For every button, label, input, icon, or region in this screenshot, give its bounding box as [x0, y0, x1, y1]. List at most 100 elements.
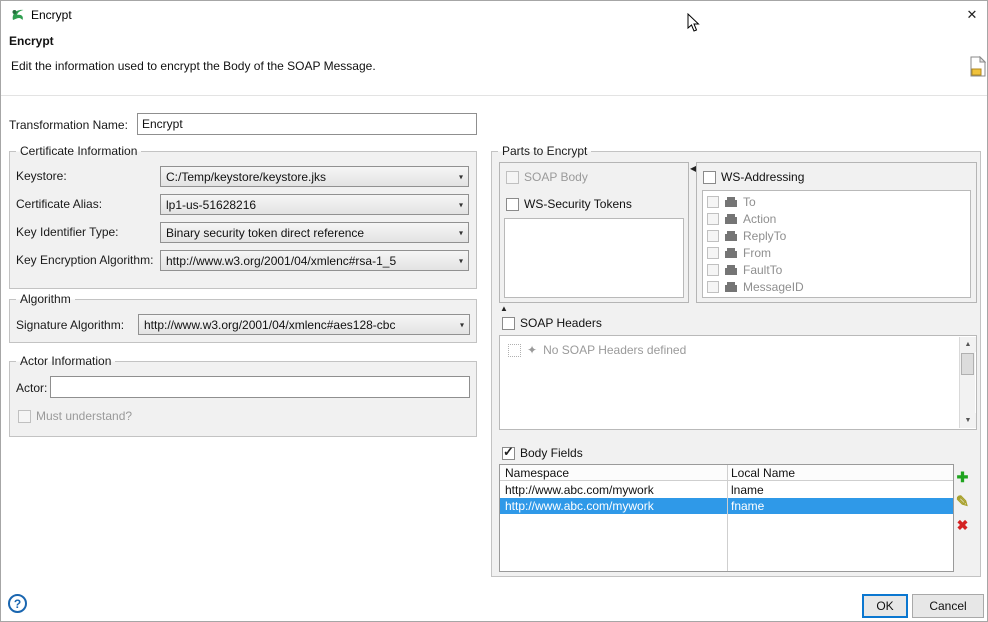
key-encryption-algorithm-label: Key Encryption Algorithm:: [16, 253, 153, 267]
signature-algorithm-combo[interactable]: http://www.w3.org/2001/04/xmlenc#aes128-…: [138, 314, 470, 335]
certificate-information-title: Certificate Information: [16, 144, 141, 159]
soap-header-checkbox: [508, 344, 521, 357]
ws-item-label: To: [743, 195, 756, 209]
scrollbar-track[interactable]: ▲ ▼: [959, 337, 975, 428]
keystore-combo[interactable]: C:/Temp/keystore/keystore.jks ▾: [160, 166, 469, 187]
ws-item-checkbox[interactable]: [707, 247, 719, 259]
column-header-local-name: Local Name: [731, 466, 795, 480]
ws-security-tokens-list[interactable]: [504, 218, 684, 298]
key-identifier-type-label: Key Identifier Type:: [16, 225, 119, 239]
signature-algorithm-value: http://www.w3.org/2001/04/xmlenc#aes128-…: [144, 318, 395, 332]
key-encryption-algorithm-combo[interactable]: http://www.w3.org/2001/04/xmlenc#rsa-1_5…: [160, 250, 469, 271]
must-understand-checkbox-row[interactable]: Must understand?: [18, 409, 132, 423]
cell-namespace: http://www.abc.com/mywork: [505, 483, 654, 497]
ws-addressing-panel: WS-Addressing To Action ReplyTo: [696, 162, 977, 303]
chevron-down-icon: ▾: [459, 228, 463, 237]
ws-addressing-item-action[interactable]: Action: [703, 210, 970, 227]
ws-item-label: From: [743, 246, 771, 260]
ws-addressing-label: WS-Addressing: [721, 170, 804, 184]
must-understand-checkbox[interactable]: [18, 410, 31, 423]
splitter-collapse-up-icon[interactable]: ▲: [500, 305, 508, 313]
ws-item-checkbox[interactable]: [707, 264, 719, 276]
soap-headers-empty-item: ✦ No SOAP Headers defined: [508, 343, 686, 357]
must-understand-label: Must understand?: [36, 409, 132, 423]
key-identifier-type-combo[interactable]: Binary security token direct reference ▾: [160, 222, 469, 243]
transformation-name-input[interactable]: [137, 113, 477, 135]
chevron-down-icon: ▾: [459, 200, 463, 209]
ws-addressing-item-faultto[interactable]: FaultTo: [703, 261, 970, 278]
ws-security-tokens-checkbox[interactable]: [506, 198, 519, 211]
folder-icon: [724, 247, 738, 259]
ws-item-checkbox[interactable]: [707, 281, 719, 293]
delete-row-icon[interactable]: ✖: [954, 517, 971, 534]
soap-body-checkbox-row[interactable]: SOAP Body: [506, 170, 588, 184]
soap-headers-label: SOAP Headers: [520, 316, 602, 330]
cancel-button[interactable]: Cancel: [912, 594, 984, 618]
actor-information-group: Actor Information Actor: Must understand…: [9, 361, 477, 437]
keystore-label: Keystore:: [16, 169, 67, 183]
body-fields-table: Namespace Local Name http://www.abc.com/…: [499, 464, 954, 572]
ws-item-label: MessageID: [743, 280, 804, 294]
ws-item-label: FaultTo: [743, 263, 782, 277]
certificate-alias-value: lp1-us-51628216: [166, 198, 256, 212]
signature-algorithm-label: Signature Algorithm:: [16, 318, 124, 332]
app-icon: [10, 7, 26, 23]
scrollbar-thumb[interactable]: [961, 353, 974, 375]
certificate-alias-combo[interactable]: lp1-us-51628216 ▾: [160, 194, 469, 215]
soap-body-checkbox[interactable]: [506, 171, 519, 184]
actor-information-title: Actor Information: [16, 354, 115, 369]
check-icon: ✓: [503, 444, 514, 460]
ws-security-tokens-checkbox-row[interactable]: WS-Security Tokens: [506, 197, 632, 211]
folder-icon: [724, 281, 738, 293]
ok-button[interactable]: OK: [862, 594, 908, 618]
cell-local-name: fname: [731, 499, 764, 513]
body-fields-checkbox[interactable]: ✓: [502, 447, 515, 460]
mouse-cursor: [687, 13, 700, 36]
cell-namespace: http://www.abc.com/mywork: [505, 499, 654, 513]
parts-to-encrypt-group: Parts to Encrypt SOAP Body WS-Security T…: [491, 151, 981, 577]
certificate-alias-label: Certificate Alias:: [16, 197, 102, 211]
algorithm-title: Algorithm: [16, 292, 75, 307]
ws-item-checkbox[interactable]: [707, 230, 719, 242]
scroll-down-icon[interactable]: ▼: [960, 413, 976, 428]
ws-addressing-item-to[interactable]: To: [703, 193, 970, 210]
certificate-information-group: Certificate Information Keystore: C:/Tem…: [9, 151, 477, 289]
help-icon[interactable]: ?: [8, 594, 27, 613]
folder-icon: [724, 230, 738, 242]
ws-addressing-checkbox-row[interactable]: WS-Addressing: [703, 170, 804, 184]
scroll-up-icon[interactable]: ▲: [960, 337, 976, 352]
soap-body-label: SOAP Body: [524, 170, 588, 184]
ws-item-label: Action: [743, 212, 776, 226]
soap-body-panel: SOAP Body WS-Security Tokens: [499, 162, 689, 303]
body-fields-checkbox-row[interactable]: ✓ Body Fields: [502, 446, 583, 460]
page-title: Encrypt: [9, 34, 54, 48]
chevron-down-icon: ▾: [460, 320, 464, 329]
folder-icon: [724, 196, 738, 208]
close-icon[interactable]: ✕: [961, 5, 983, 25]
soap-headers-checkbox-row[interactable]: SOAP Headers: [502, 316, 602, 330]
column-divider[interactable]: [727, 465, 728, 571]
folder-icon: [724, 213, 738, 225]
ws-item-checkbox[interactable]: [707, 213, 719, 225]
soap-headers-checkbox[interactable]: [502, 317, 515, 330]
soap-headers-empty-label: No SOAP Headers defined: [543, 343, 686, 357]
key-identifier-type-value: Binary security token direct reference: [166, 226, 364, 240]
actor-input[interactable]: [50, 376, 470, 398]
soap-headers-list: ✦ No SOAP Headers defined ▲ ▼: [499, 335, 977, 430]
ws-addressing-item-messageid[interactable]: MessageID: [703, 278, 970, 295]
ws-addressing-item-from[interactable]: From: [703, 244, 970, 261]
key-encryption-algorithm-value: http://www.w3.org/2001/04/xmlenc#rsa-1_5: [166, 254, 396, 268]
cell-local-name: lname: [731, 483, 764, 497]
ws-item-checkbox[interactable]: [707, 196, 719, 208]
diamond-icon: ✦: [527, 343, 537, 357]
ws-addressing-checkbox[interactable]: [703, 171, 716, 184]
window-title: Encrypt: [31, 8, 72, 22]
chevron-down-icon: ▾: [459, 256, 463, 265]
algorithm-group: Algorithm Signature Algorithm: http://ww…: [9, 299, 477, 343]
title-bar[interactable]: Encrypt ✕: [1, 1, 987, 29]
add-row-icon[interactable]: ✚: [954, 469, 971, 486]
page-description: Edit the information used to encrypt the…: [11, 59, 376, 73]
ws-addressing-item-replyto[interactable]: ReplyTo: [703, 227, 970, 244]
ws-addressing-list: To Action ReplyTo From: [702, 190, 971, 298]
edit-row-icon[interactable]: ✎: [954, 493, 971, 510]
